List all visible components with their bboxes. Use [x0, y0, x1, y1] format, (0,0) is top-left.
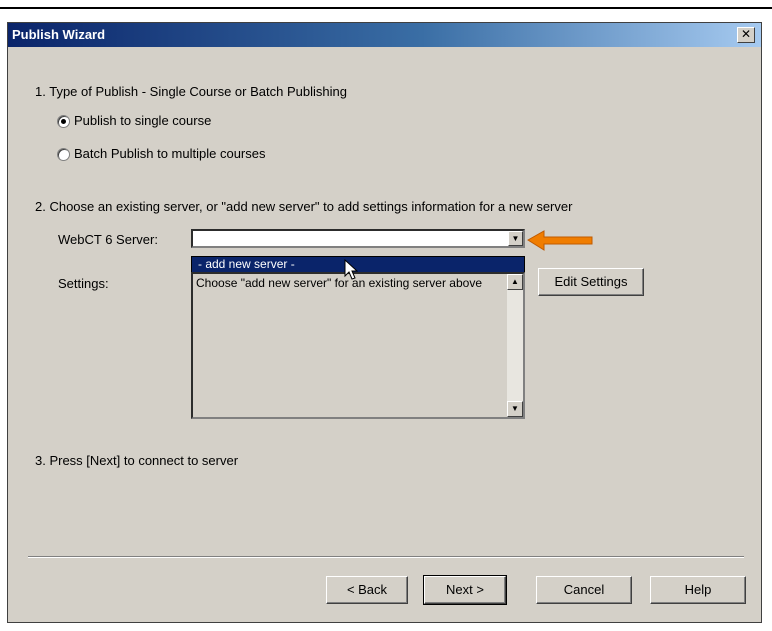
batch-publish-label[interactable]: Batch Publish to multiple courses: [74, 146, 265, 161]
next-button[interactable]: Next >: [423, 575, 507, 605]
window-title: Publish Wizard: [12, 27, 106, 42]
orange-arrow-icon: [527, 230, 593, 251]
scroll-up-icon[interactable]: ▲: [507, 274, 523, 290]
settings-scrollbar[interactable]: ▲ ▼: [507, 274, 523, 417]
single-course-label[interactable]: Publish to single course: [74, 113, 211, 128]
cancel-button[interactable]: Cancel: [536, 576, 632, 604]
top-border-line: [0, 7, 772, 9]
settings-textarea[interactable]: Choose "add new server" for an existing …: [191, 272, 525, 419]
server-select[interactable]: ▼: [191, 229, 525, 248]
batch-publish-radio[interactable]: [57, 148, 70, 161]
help-button[interactable]: Help: [650, 576, 746, 604]
server-label: WebCT 6 Server:: [58, 232, 158, 247]
title-bar: Publish Wizard ✕: [8, 23, 761, 47]
scroll-down-icon[interactable]: ▼: [507, 401, 523, 417]
publish-wizard-dialog: Publish Wizard ✕ 1. Type of Publish - Si…: [7, 22, 762, 623]
dropdown-option-add-new-server[interactable]: - add new server -: [191, 256, 525, 273]
step1-label: 1. Type of Publish - Single Course or Ba…: [35, 84, 347, 99]
close-icon[interactable]: ✕: [737, 27, 755, 43]
single-course-radio[interactable]: [57, 115, 70, 128]
footer-separator: [28, 556, 744, 558]
chevron-down-icon[interactable]: ▼: [508, 231, 523, 246]
mouse-pointer-icon: [344, 259, 358, 280]
edit-settings-button[interactable]: Edit Settings: [538, 268, 644, 296]
settings-label: Settings:: [58, 276, 109, 291]
step2-label: 2. Choose an existing server, or "add ne…: [35, 199, 573, 214]
step3-label: 3. Press [Next] to connect to server: [35, 453, 239, 468]
back-button[interactable]: < Back: [326, 576, 408, 604]
